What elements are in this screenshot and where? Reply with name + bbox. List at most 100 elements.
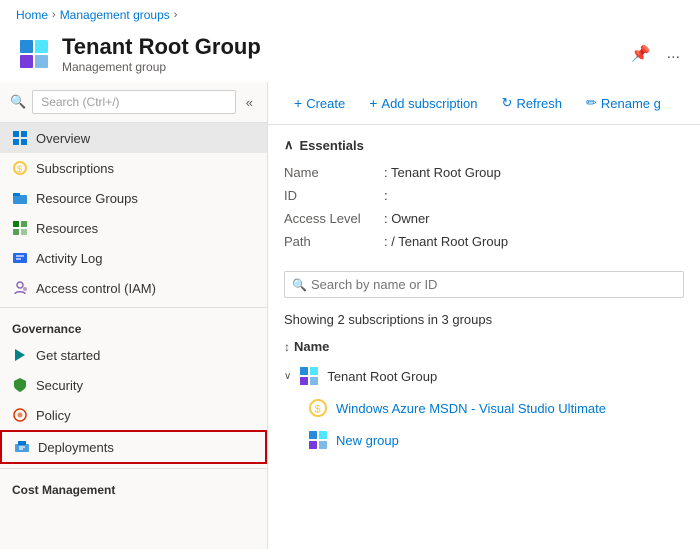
sidebar-item-deployments[interactable]: Deployments [0, 430, 267, 464]
sort-icon: ↕ [284, 340, 290, 354]
essentials-path-value: : / Tenant Root Group [384, 232, 684, 251]
page-header: Tenant Root Group Management group 📌 ... [0, 30, 700, 82]
essentials-id-value: : [384, 186, 684, 205]
toolbar: + Create + Add subscription ↻ Refresh ✏ … [268, 82, 700, 125]
tree-chevron-icon: ∨ [284, 371, 291, 382]
policy-icon [12, 407, 28, 423]
create-plus-icon: + [294, 95, 302, 111]
content-search-wrap: 🔍 [284, 271, 684, 298]
essentials-access-value: : Owner [384, 209, 684, 228]
essentials-name-value: : Tenant Root Group [384, 163, 684, 182]
nav-divider-2 [0, 468, 267, 469]
tree-item-tenant-root[interactable]: ∨ Tenant Root Group [268, 360, 700, 392]
tree-item-new-group[interactable]: New group [268, 424, 700, 456]
add-subscription-label: Add subscription [381, 96, 477, 111]
sidebar-item-subscriptions-label: Subscriptions [36, 161, 114, 176]
header-icon-svg [18, 38, 50, 70]
header-actions: 📌 ... [627, 42, 684, 66]
security-icon [12, 377, 28, 393]
sidebar-item-policy-label: Policy [36, 408, 71, 423]
page-subtitle: Management group [62, 60, 617, 74]
sidebar-item-security-label: Security [36, 378, 83, 393]
sidebar-item-security[interactable]: Security [0, 370, 267, 400]
new-group-icon [308, 430, 328, 450]
search-input[interactable] [32, 90, 236, 114]
breadcrumb-management-groups[interactable]: Management groups [60, 8, 170, 22]
content-search-icon: 🔍 [292, 278, 307, 292]
essentials-section: ∧ Essentials Name : Tenant Root Group ID… [268, 125, 700, 263]
rename-icon: ✏ [586, 95, 597, 111]
activity-log-icon [12, 250, 28, 266]
refresh-icon: ↻ [502, 95, 513, 111]
subscription-icon: $ [308, 398, 328, 418]
add-subscription-button[interactable]: + Add subscription [359, 90, 487, 116]
breadcrumb: Home › Management groups › [0, 0, 700, 30]
sidebar-item-overview[interactable]: Overview [0, 123, 267, 153]
sidebar-item-activity-log[interactable]: Activity Log [0, 243, 267, 273]
content-search: 🔍 [284, 271, 684, 298]
sidebar-item-policy[interactable]: Policy [0, 400, 267, 430]
sidebar-item-resources[interactable]: Resources [0, 213, 267, 243]
management-group-icon [16, 36, 52, 72]
sidebar-item-resources-label: Resources [36, 221, 98, 236]
sidebar-item-access-control-label: Access control (IAM) [36, 281, 156, 296]
sidebar-item-access-control[interactable]: Access control (IAM) [0, 273, 267, 303]
pin-icon[interactable]: 📌 [627, 42, 655, 66]
sidebar-item-get-started-label: Get started [36, 348, 100, 363]
sidebar-item-deployments-label: Deployments [38, 440, 114, 455]
get-started-icon [12, 347, 28, 363]
main-layout: 🔍 « Overview $ Subscriptions Resource Gr… [0, 82, 700, 549]
breadcrumb-sep-1: › [52, 9, 56, 21]
nav-divider-1 [0, 307, 267, 308]
sidebar-item-resource-groups-label: Resource Groups [36, 191, 138, 206]
rename-button[interactable]: ✏ Rename g [576, 90, 671, 116]
sidebar-search-bar: 🔍 « [0, 82, 267, 123]
tree-column-name: Name [294, 339, 329, 354]
svg-text:$: $ [315, 404, 321, 416]
sidebar-item-get-started[interactable]: Get started [0, 340, 267, 370]
cost-management-section-label: Cost Management [0, 473, 267, 501]
rename-label: Rename g [601, 96, 661, 111]
create-button[interactable]: + Create [284, 90, 355, 116]
deployments-icon [14, 439, 30, 455]
essentials-title-label: Essentials [300, 138, 364, 153]
resource-groups-icon [12, 190, 28, 206]
windows-azure-link[interactable]: Windows Azure MSDN - Visual Studio Ultim… [336, 401, 606, 416]
collapse-button[interactable]: « [242, 93, 257, 112]
essentials-id-label: ID [284, 186, 384, 205]
essentials-access-label: Access Level [284, 209, 384, 228]
essentials-path-label: Path [284, 232, 384, 251]
create-label: Create [306, 96, 345, 111]
essentials-chevron-icon: ∧ [284, 137, 294, 153]
sidebar: 🔍 « Overview $ Subscriptions Resource Gr… [0, 82, 268, 549]
add-sub-plus-icon: + [369, 95, 377, 111]
subscriptions-icon: $ [12, 160, 28, 176]
sidebar-item-resource-groups[interactable]: Resource Groups [0, 183, 267, 213]
breadcrumb-sep-2: › [174, 9, 178, 21]
tree-item-windows-azure[interactable]: $ Windows Azure MSDN - Visual Studio Ult… [268, 392, 700, 424]
tenant-root-icon [299, 366, 319, 386]
more-options-icon[interactable]: ... [663, 43, 684, 65]
content-search-input[interactable] [284, 271, 684, 298]
main-content: + Create + Add subscription ↻ Refresh ✏ … [268, 82, 700, 549]
tenant-root-label: Tenant Root Group [327, 369, 437, 384]
essentials-title[interactable]: ∧ Essentials [284, 137, 684, 153]
essentials-name-label: Name [284, 163, 384, 182]
sidebar-item-overview-label: Overview [36, 131, 90, 146]
refresh-button[interactable]: ↻ Refresh [492, 90, 572, 116]
resources-icon [12, 220, 28, 236]
breadcrumb-home[interactable]: Home [16, 8, 48, 22]
sidebar-item-subscriptions[interactable]: $ Subscriptions [0, 153, 267, 183]
sidebar-item-activity-log-label: Activity Log [36, 251, 102, 266]
page-title: Tenant Root Group [62, 34, 617, 60]
overview-icon [12, 130, 28, 146]
refresh-label: Refresh [516, 96, 562, 111]
access-control-icon [12, 280, 28, 296]
page-title-block: Tenant Root Group Management group [62, 34, 617, 74]
tree-header[interactable]: ↕ Name [268, 333, 700, 360]
governance-section-label: Governance [0, 312, 267, 340]
showing-label: Showing 2 subscriptions in 3 groups [268, 306, 700, 333]
essentials-grid: Name : Tenant Root Group ID : Access Lev… [284, 163, 684, 251]
new-group-link[interactable]: New group [336, 433, 399, 448]
svg-text:$: $ [17, 164, 22, 174]
